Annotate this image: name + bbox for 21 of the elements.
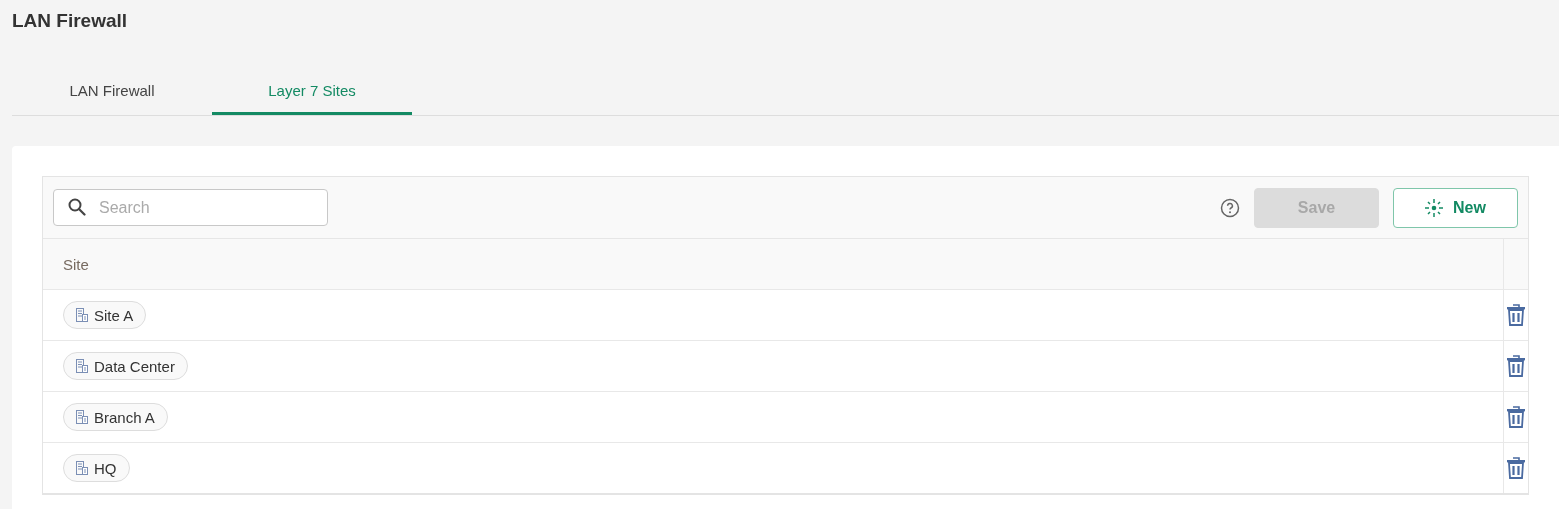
tab[interactable]: LAN Firewall xyxy=(12,75,212,115)
document-icon xyxy=(76,308,88,322)
search-field[interactable]: Search xyxy=(53,189,328,226)
document-icon xyxy=(76,461,88,475)
site-tag: Site A xyxy=(63,301,147,329)
tab[interactable]: Layer 7 Sites xyxy=(212,75,412,115)
trash-icon[interactable] xyxy=(1507,355,1525,377)
document-icon xyxy=(76,410,88,424)
page-title: LAN Firewall xyxy=(11,9,129,33)
sparkle-icon xyxy=(1425,198,1444,217)
trash-icon[interactable] xyxy=(1507,457,1525,479)
search-icon xyxy=(68,198,86,216)
trash-icon[interactable] xyxy=(1507,406,1525,428)
site-tag: Branch A xyxy=(63,403,168,431)
document-icon xyxy=(76,359,88,373)
site-tag: Data Center xyxy=(63,352,188,380)
trash-icon[interactable] xyxy=(1507,304,1525,326)
column-header: Site xyxy=(63,255,89,273)
new-button[interactable]: New xyxy=(1393,187,1518,228)
help-icon[interactable] xyxy=(1220,197,1240,218)
site-tag: HQ xyxy=(63,454,130,482)
